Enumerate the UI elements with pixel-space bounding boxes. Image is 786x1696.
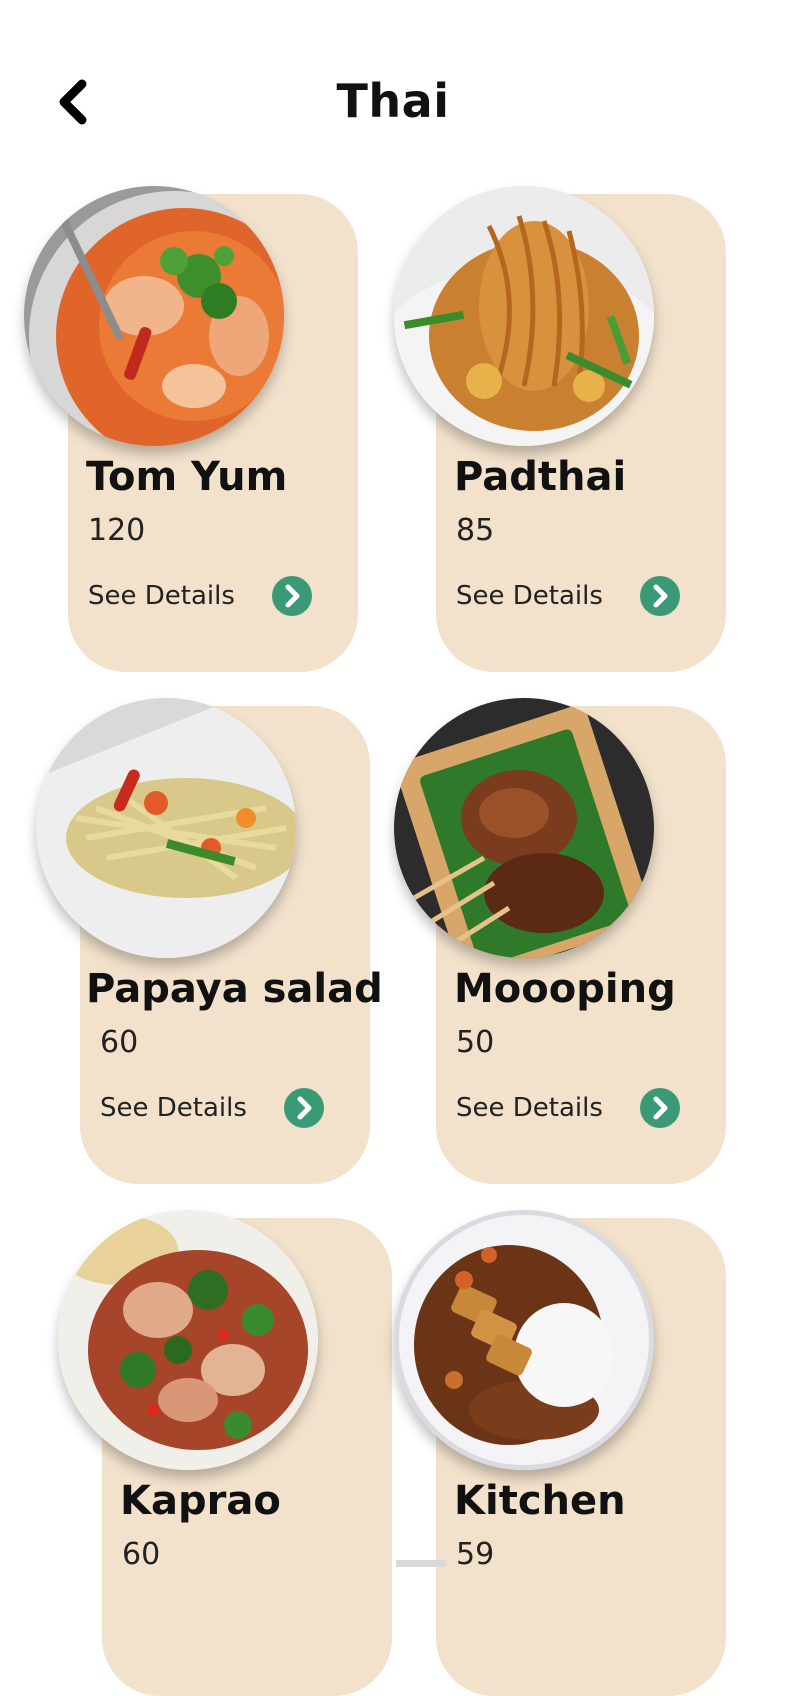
food-price: 59 (456, 1537, 495, 1572)
kitchen-photo (394, 1210, 654, 1470)
details-arrow-button[interactable] (272, 576, 312, 616)
food-name: Padthai (454, 454, 627, 500)
papaya-salad-photo (36, 698, 296, 958)
see-details-link[interactable]: See Details (456, 581, 603, 611)
food-price: 60 (100, 1025, 139, 1060)
food-price: 85 (456, 513, 495, 548)
app-header: Thai (0, 0, 786, 170)
details-arrow-button[interactable] (284, 1088, 324, 1128)
chevron-right-icon (653, 1096, 668, 1120)
food-price: 60 (122, 1537, 161, 1572)
details-arrow-button[interactable] (640, 576, 680, 616)
page-title: Thai (336, 74, 450, 128)
scroll-indicator (396, 1560, 446, 1567)
see-details-link[interactable]: See Details (88, 581, 235, 611)
food-name: Tom Yum (86, 454, 288, 500)
padthai-photo (394, 186, 654, 446)
kaprao-photo (58, 1210, 318, 1470)
chevron-right-icon (653, 584, 668, 608)
food-name: Moooping (454, 966, 676, 1012)
food-name: Kitchen (454, 1478, 626, 1524)
food-name: Kaprao (120, 1478, 281, 1524)
food-name: Papaya salad (86, 966, 383, 1012)
details-arrow-button[interactable] (640, 1088, 680, 1128)
chevron-right-icon (297, 1096, 312, 1120)
food-price: 120 (88, 513, 146, 548)
moooping-photo (394, 698, 654, 958)
chevron-right-icon (285, 584, 300, 608)
food-price: 50 (456, 1025, 495, 1060)
tom-yum-photo (24, 186, 284, 446)
see-details-link[interactable]: See Details (456, 1093, 603, 1123)
see-details-link[interactable]: See Details (100, 1093, 247, 1123)
